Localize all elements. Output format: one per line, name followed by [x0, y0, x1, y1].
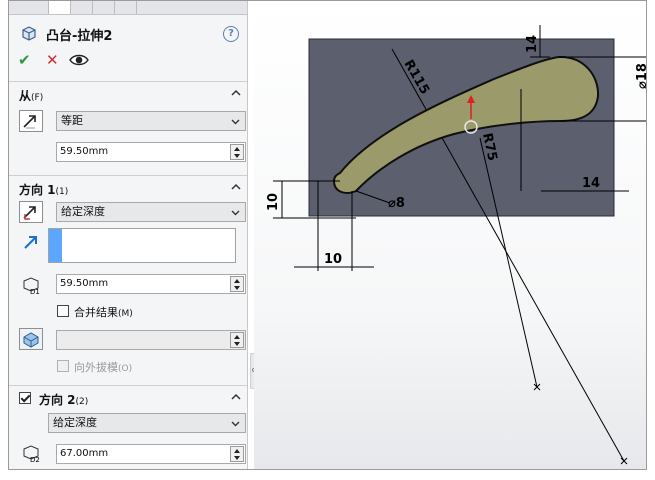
help-icon[interactable]: ?: [223, 26, 239, 42]
chevron-up-icon: [231, 89, 241, 96]
sketch-canvas: 14 R115 R75 ⌀18 14 ⌀8 10 10: [266, 25, 647, 465]
offset-spinner-arrows[interactable]: [230, 144, 244, 160]
svg-text:10: 10: [266, 193, 281, 211]
window-frame: 凸台-拉伸2 ? ✔ ✕ 从(F) 等距 59.50mm 方向 1(1) 给定深…: [8, 0, 647, 470]
tab-configuration-manager[interactable]: [71, 1, 93, 14]
direction2-title: 方向 2(2): [39, 393, 89, 407]
draft-angle-input[interactable]: [56, 330, 246, 350]
direction1-end-condition-value: 给定深度: [61, 205, 105, 218]
draft-outward-checkbox[interactable]: [57, 360, 69, 372]
direction2-section-header[interactable]: 方向 2(2): [9, 386, 247, 408]
cancel-x-icon[interactable]: ✕: [46, 51, 59, 69]
direction1-end-condition-select[interactable]: 给定深度: [56, 202, 246, 222]
manager-tab-strip: [9, 1, 247, 15]
merge-result-label: 合并结果(M): [74, 306, 133, 319]
svg-text:14: 14: [525, 35, 540, 53]
construction-point[interactable]: [620, 457, 628, 465]
draft-icon: [23, 332, 39, 348]
ok-check-icon[interactable]: ✔: [18, 51, 31, 69]
depth-d2-icon: D2: [23, 445, 40, 464]
chevron-down-icon: [231, 119, 240, 125]
from-section: 从(F) 等距 59.50mm: [9, 81, 247, 171]
feature-header: 凸台-拉伸2 ?: [9, 21, 247, 45]
direction2-depth-input[interactable]: 67.00mm: [56, 444, 246, 464]
svg-text:⌀8: ⌀8: [388, 196, 405, 211]
from-section-header[interactable]: 从(F): [9, 82, 247, 104]
confirmation-row: ✔ ✕: [9, 51, 247, 71]
property-manager-panel: 凸台-拉伸2 ? ✔ ✕ 从(F) 等距 59.50mm 方向 1(1) 给定深…: [9, 1, 248, 469]
preview-eye-icon[interactable]: [69, 51, 89, 69]
chevron-up-icon: [231, 183, 241, 190]
extrude-direction-arrow-icon: [24, 236, 37, 249]
from-plane-button[interactable]: [19, 110, 43, 132]
direction1-depth-input[interactable]: 59.50mm: [56, 274, 246, 294]
offset-plane-icon: [23, 115, 36, 129]
chevron-down-icon: [231, 210, 240, 216]
direction1-title: 方向 1(1): [19, 183, 69, 197]
listbox-selection-marker: [49, 229, 62, 262]
direction2-depth-value: 67.00mm: [60, 448, 109, 459]
direction1-section: 方向 1(1) 给定深度 D1 59.50mm 合并结果(M) 向外拔模(O): [9, 175, 247, 385]
svg-text:14: 14: [582, 176, 600, 191]
chevron-down-icon: [231, 421, 240, 427]
from-offset-input[interactable]: 59.50mm: [56, 142, 246, 162]
direction1-section-header[interactable]: 方向 1(1): [9, 176, 247, 198]
svg-text:10: 10: [324, 252, 342, 267]
depth-d1-icon: D1: [23, 277, 40, 296]
draft-spinner-arrows[interactable]: [230, 332, 244, 348]
depth1-spinner-arrows[interactable]: [230, 276, 244, 292]
svg-text:⌀18: ⌀18: [635, 63, 647, 89]
from-section-title: 从(F): [19, 89, 44, 103]
merge-result-checkbox[interactable]: [57, 305, 69, 317]
graphics-area[interactable]: 14 R115 R75 ⌀18 14 ⌀8 10 10: [254, 1, 647, 469]
from-condition-value: 等距: [61, 114, 83, 127]
from-condition-select[interactable]: 等距: [56, 111, 246, 131]
depth2-spinner-arrows[interactable]: [230, 446, 244, 462]
tab-display-manager[interactable]: [115, 1, 137, 14]
boss-extrude-icon: [22, 26, 36, 41]
direction2-section: 方向 2(2) 给定深度 D2 67.00mm: [9, 385, 247, 469]
direction2-enable-checkbox[interactable]: [19, 392, 31, 404]
from-offset-value: 59.50mm: [60, 146, 109, 157]
chevron-up-icon: [231, 393, 241, 400]
feature-title: 凸台-拉伸2: [46, 29, 113, 44]
reverse-direction-icon: [23, 206, 36, 220]
tab-feature-tree[interactable]: [27, 1, 49, 14]
draft-toggle-button[interactable]: [19, 328, 43, 350]
svg-text:D2: D2: [30, 456, 40, 464]
tab-dimxpert[interactable]: [93, 1, 115, 14]
direction2-end-condition-select[interactable]: 给定深度: [48, 413, 246, 433]
direction-reference-listbox[interactable]: [48, 228, 236, 263]
draft-outward-label: 向外拔模(O): [74, 361, 133, 374]
svg-text:D1: D1: [30, 288, 40, 296]
tab-property-manager[interactable]: [49, 1, 71, 14]
direction1-depth-value: 59.50mm: [60, 278, 109, 289]
direction2-end-condition-value: 给定深度: [53, 416, 97, 429]
reverse-direction-button[interactable]: [19, 201, 43, 223]
